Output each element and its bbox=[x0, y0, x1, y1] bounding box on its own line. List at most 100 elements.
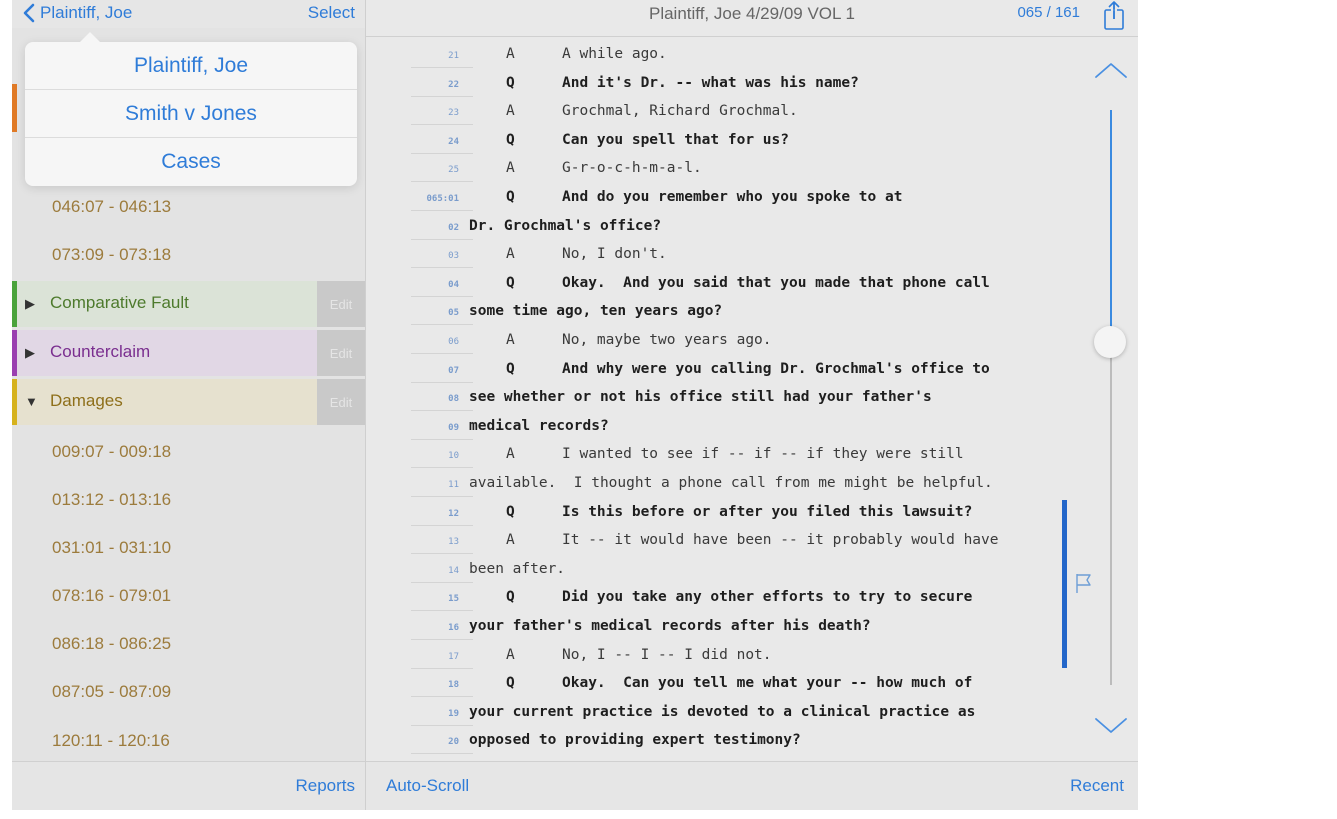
testimony-text: Can you spell that for us? bbox=[562, 131, 789, 148]
speaker-label: A bbox=[506, 446, 515, 463]
range-item[interactable]: 073:09 - 073:18 bbox=[52, 245, 171, 265]
edit-button[interactable]: Edit bbox=[317, 281, 365, 327]
transcript-line[interactable]: 16 your father's medical records after hi… bbox=[366, 615, 1066, 643]
speaker-label: A bbox=[506, 246, 515, 263]
reports-button[interactable]: Reports bbox=[295, 776, 355, 796]
line-number: 02 bbox=[411, 220, 473, 240]
group-color-stripe bbox=[12, 281, 17, 327]
group-counterclaim[interactable]: ▶ Counterclaim Edit bbox=[12, 330, 365, 376]
damages-range-item[interactable]: 078:16 - 079:01 bbox=[52, 586, 171, 606]
transcript-line[interactable]: 20 opposed to providing expert testimony? bbox=[366, 729, 1066, 757]
testimony-text: Okay. Can you tell me what your -- how m… bbox=[562, 675, 973, 692]
transcript-line[interactable]: 03 A No, I don't. bbox=[366, 243, 1066, 271]
testimony-text: see whether or not his office still had … bbox=[469, 389, 932, 406]
line-number: 06 bbox=[411, 334, 473, 354]
testimony-text: No, maybe two years ago. bbox=[562, 332, 772, 348]
transcript-line[interactable]: 08 see whether or not his office still ha… bbox=[366, 386, 1066, 414]
damages-range-item[interactable]: 087:05 - 087:09 bbox=[52, 682, 171, 702]
chevron-up-icon[interactable] bbox=[1094, 60, 1128, 80]
transcript-line[interactable]: 14 been after. bbox=[366, 558, 1066, 586]
transcript-panel: Plaintiff, Joe 4/29/09 VOL 1 065 / 161 2… bbox=[366, 0, 1138, 810]
back-button[interactable]: Plaintiff, Joe bbox=[22, 3, 132, 23]
speaker-label: Q bbox=[506, 189, 515, 205]
transcript-line[interactable]: 06 A No, maybe two years ago. bbox=[366, 329, 1066, 357]
group-comparative-fault[interactable]: ▶ Comparative Fault Edit bbox=[12, 281, 365, 327]
flag-icon[interactable] bbox=[1073, 572, 1095, 594]
sidebar-footer: Reports bbox=[12, 761, 365, 810]
testimony-text: And why were you calling Dr. Grochmal's … bbox=[562, 360, 990, 377]
transcript-line[interactable]: 25 A G-r-o-c-h-m-a-l. bbox=[366, 157, 1066, 185]
designation-marker[interactable] bbox=[1062, 500, 1067, 668]
popover-item-cases[interactable]: Cases bbox=[25, 150, 357, 174]
transcript-line[interactable]: 17 A No, I -- I -- I did not. bbox=[366, 644, 1066, 672]
transcript-line[interactable]: 10 A I wanted to see if -- if -- if they w… bbox=[366, 443, 1066, 471]
speaker-label: Q bbox=[506, 503, 515, 520]
line-number: 14 bbox=[411, 563, 473, 583]
speaker-label: A bbox=[506, 532, 515, 549]
scrollbar-progress bbox=[1110, 110, 1112, 340]
line-number-label: 23 bbox=[448, 108, 459, 119]
damages-range-item[interactable]: 120:11 - 120:16 bbox=[52, 731, 170, 751]
damages-range-item[interactable]: 013:12 - 013:16 bbox=[52, 490, 171, 510]
auto-scroll-button[interactable]: Auto-Scroll bbox=[386, 776, 469, 796]
popover-item-witness[interactable]: Plaintiff, Joe bbox=[25, 54, 357, 78]
line-number-label: 065:01 bbox=[426, 194, 459, 204]
transcript-line[interactable]: 07 Q And why were you calling Dr. Grochmal… bbox=[366, 358, 1066, 386]
damages-range-item[interactable]: 009:07 - 009:18 bbox=[52, 442, 171, 462]
transcript-line[interactable]: 21 A A while ago. bbox=[366, 43, 1066, 71]
select-button[interactable]: Select bbox=[308, 3, 355, 23]
damages-range-item[interactable]: 031:01 - 031:10 bbox=[52, 538, 171, 558]
chevron-left-icon bbox=[23, 3, 35, 23]
share-icon[interactable] bbox=[1100, 0, 1128, 32]
transcript-line[interactable]: 05 some time ago, ten years ago? bbox=[366, 300, 1066, 328]
line-number: 15 bbox=[411, 591, 473, 612]
testimony-text: G-r-o-c-h-m-a-l. bbox=[562, 160, 702, 177]
chevron-down-icon[interactable] bbox=[1094, 716, 1128, 736]
transcript-line[interactable]: 065:01 Q And do you remember who you spoke… bbox=[366, 186, 1066, 214]
transcript-line[interactable]: 02 Dr. Grochmal's office? bbox=[366, 215, 1066, 243]
line-number-label: 11 bbox=[448, 480, 459, 490]
speaker-label: A bbox=[506, 646, 515, 663]
transcript-line[interactable]: 09 medical records? bbox=[366, 415, 1066, 443]
recent-button[interactable]: Recent bbox=[1070, 776, 1124, 796]
transcript-line[interactable]: 24 Q Can you spell that for us? bbox=[366, 129, 1066, 157]
line-number: 13 bbox=[411, 534, 473, 555]
line-number-label: 19 bbox=[448, 708, 459, 719]
line-number: 17 bbox=[411, 649, 473, 669]
line-number-label: 20 bbox=[448, 737, 459, 748]
sidebar: Plaintiff, Joe Select 046:07 - 046:13 07… bbox=[12, 0, 366, 810]
group-damages[interactable]: ▼ Damages Edit bbox=[12, 379, 365, 425]
transcript-line[interactable]: 12 Q Is this before or after you filed thi… bbox=[366, 501, 1066, 529]
testimony-text: A while ago. bbox=[562, 46, 667, 62]
disclosure-down-icon[interactable]: ▼ bbox=[25, 394, 38, 409]
line-number-label: 07 bbox=[448, 365, 459, 376]
transcript-line[interactable]: 15 Q Did you take any other efforts to try… bbox=[366, 586, 1066, 614]
line-number-label: 21 bbox=[448, 51, 459, 61]
line-number: 25 bbox=[411, 162, 473, 183]
disclosure-right-icon[interactable]: ▶ bbox=[25, 296, 35, 312]
edit-button[interactable]: Edit bbox=[317, 330, 365, 376]
edit-button[interactable]: Edit bbox=[317, 379, 365, 425]
speaker-label: A bbox=[506, 103, 515, 120]
range-item[interactable]: 046:07 - 046:13 bbox=[52, 197, 171, 217]
transcript-line[interactable]: 04 Q Okay. And you said that you made that… bbox=[366, 272, 1066, 300]
scrollbar-thumb[interactable] bbox=[1094, 326, 1126, 358]
popover-divider bbox=[25, 137, 357, 138]
transcript-line[interactable]: 18 Q Okay. Can you tell me what your -- ho… bbox=[366, 672, 1066, 700]
transcript-line[interactable]: 13 A It -- it would have been -- it probab… bbox=[366, 529, 1066, 557]
damages-range-item[interactable]: 086:18 - 086:25 bbox=[52, 634, 171, 654]
transcript-line[interactable]: 11 available. I thought a phone call from… bbox=[366, 472, 1066, 500]
disclosure-right-icon[interactable]: ▶ bbox=[25, 345, 35, 361]
line-number: 12 bbox=[411, 506, 473, 526]
testimony-text: opposed to providing expert testimony? bbox=[469, 732, 801, 749]
speaker-label: A bbox=[506, 46, 515, 62]
popover-item-case[interactable]: Smith v Jones bbox=[25, 102, 357, 126]
testimony-text: And it's Dr. -- what was his name? bbox=[562, 74, 859, 91]
line-number-label: 04 bbox=[448, 279, 459, 290]
transcript-line[interactable]: 22 Q And it's Dr. -- what was his name? bbox=[366, 72, 1066, 100]
transcript-line[interactable]: 19 your current practice is devoted to a … bbox=[366, 701, 1066, 729]
line-number-label: 18 bbox=[448, 680, 459, 691]
speaker-label: Q bbox=[506, 74, 515, 91]
transcript-line[interactable]: 23 A Grochmal, Richard Grochmal. bbox=[366, 100, 1066, 128]
testimony-text: No, I don't. bbox=[562, 246, 667, 263]
